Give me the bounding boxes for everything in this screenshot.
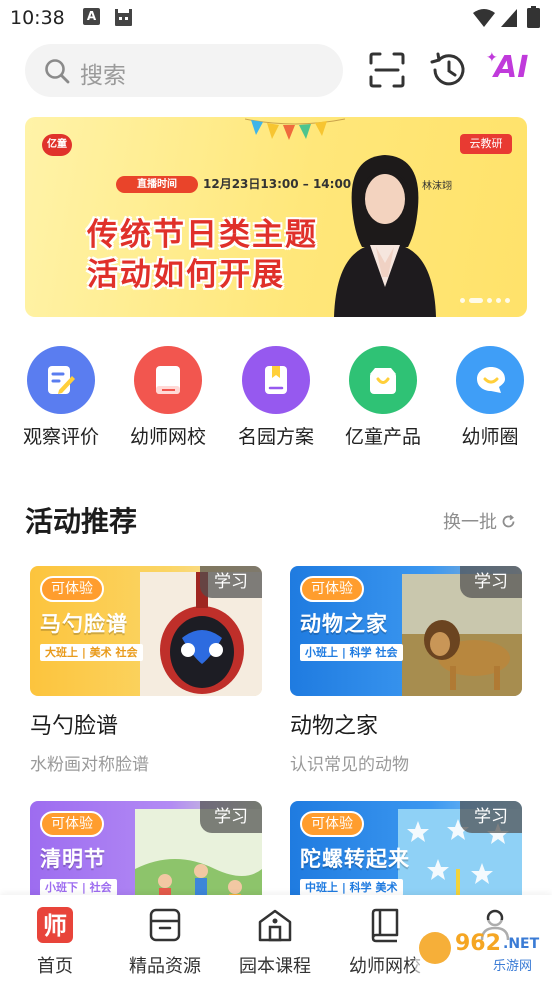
card-subtitle: 认识常见的动物: [290, 755, 409, 775]
ai-label: AI: [494, 50, 529, 85]
pagination-dot: [487, 298, 492, 303]
try-tag: 可体验: [40, 811, 104, 837]
scan-icon[interactable]: [367, 50, 407, 90]
nav-label: 首页: [37, 956, 73, 977]
quick-menu-plans[interactable]: 名园方案: [226, 346, 326, 449]
try-tag: 可体验: [300, 811, 364, 837]
nav-label: 园本课程: [239, 956, 311, 977]
card-thumbnail: 可体验 学习 动物之家 小班上 | 科学 社会: [290, 566, 522, 696]
study-badge: 学习: [200, 801, 262, 833]
nav-resources[interactable]: 精品资源: [110, 907, 220, 978]
shopping-bag-icon: [370, 368, 396, 394]
svg-text:乐游网: 乐游网: [493, 959, 532, 974]
battery-icon: [527, 6, 540, 28]
grade-subject-tags: 大班上 | 美术 社会: [40, 644, 143, 661]
quick-menu-circle: [349, 346, 417, 414]
activity-card[interactable]: 可体验 学习 动物之家 小班上 | 科学 社会 动物之家 认识常见的动物: [290, 566, 522, 775]
live-time-tag: 直播时间: [116, 176, 198, 193]
search-input[interactable]: 搜索: [25, 44, 343, 97]
chat-bubble-icon: [477, 367, 505, 393]
banner-title-line1: 传统节日类主题: [87, 217, 318, 253]
brand-logo: 亿童: [42, 134, 72, 156]
quick-menu-products[interactable]: 亿童产品: [333, 346, 433, 449]
quick-menu-label: 幼师网校: [129, 426, 206, 448]
ai-assistant-button[interactable]: ✦ AI: [486, 48, 529, 88]
home-teacher-icon: 师: [37, 907, 73, 943]
study-badge: 学习: [200, 566, 262, 598]
svg-text:962: 962: [455, 931, 501, 956]
host-name: 林沫翊: [422, 181, 452, 192]
quick-menu-label: 幼师圈: [461, 426, 519, 448]
wifi-icon: [473, 9, 495, 27]
grade-subject-tags: 小班下 | 社会: [40, 879, 117, 896]
book-icon: [371, 908, 399, 943]
quick-menu-label: 亿童产品: [344, 426, 421, 448]
thumbnail-title: 马勺脸谱: [40, 612, 128, 636]
svg-text:师: 师: [43, 912, 67, 940]
thumbnail-title: 陀螺转起来: [300, 847, 410, 871]
nav-label: 精品资源: [129, 956, 201, 977]
nav-courses[interactable]: 园本课程: [220, 907, 330, 978]
grade-subject-tags: 中班上 | 科学 美术: [300, 879, 403, 896]
quick-menu-online-school[interactable]: 幼师网校: [118, 346, 218, 449]
quick-menu-circle: [242, 346, 310, 414]
thumbnail-title: 动物之家: [300, 612, 388, 636]
pagination-dot: [460, 298, 465, 303]
pagination-dot-active: [469, 298, 483, 303]
card-thumbnail: 可体验 学习 马勺脸谱 大班上 | 美术 社会: [30, 566, 262, 696]
banner-pagination: [460, 298, 514, 304]
book-icon: [156, 366, 180, 394]
box-icon: [149, 908, 181, 942]
thumbnail-title: 清明节: [40, 847, 106, 871]
activity-card[interactable]: 可体验 学习 马勺脸谱 大班上 | 美术 社会 马勺脸谱 水粉画对称脸谱: [30, 566, 262, 775]
promo-banner[interactable]: 亿童 云教研 直播时间 12月23日13:00 – 14:00 传统节日类主题 …: [25, 117, 527, 317]
school-building-icon: [258, 909, 292, 942]
site-watermark-logo: 962 .NET 乐游网: [415, 920, 552, 976]
quick-menu-label: 观察评价: [22, 426, 99, 448]
search-icon: [45, 59, 70, 84]
pagination-dot: [505, 298, 510, 303]
android-icon: [115, 9, 132, 26]
host-photo: [334, 155, 436, 317]
refresh-icon: [502, 514, 515, 528]
status-bar: 10:38 A: [0, 0, 552, 38]
grade-subject-tags: 小班上 | 科学 社会: [300, 644, 403, 661]
quick-menu-circle: [134, 346, 202, 414]
quick-menu-circle: [27, 346, 95, 414]
nav-home[interactable]: 师 首页: [0, 907, 110, 978]
refresh-label: 换一批: [443, 512, 497, 533]
card-title: 马勺脸谱: [30, 714, 119, 739]
signal-icon: [501, 9, 517, 27]
live-time: 12月23日13:00 – 14:00: [203, 177, 352, 191]
svg-text:.NET: .NET: [503, 936, 540, 952]
quick-menu-circle: [456, 346, 524, 414]
document-edit-icon: [48, 366, 75, 394]
bookmark-book-icon: [265, 366, 287, 394]
quick-menu-observe[interactable]: 观察评价: [11, 346, 111, 449]
refresh-button[interactable]: 换一批: [443, 508, 516, 534]
try-tag: 可体验: [300, 576, 364, 602]
banner-badge: 云教研: [460, 134, 512, 154]
card-title: 动物之家: [290, 714, 379, 739]
study-badge: 学习: [460, 801, 522, 833]
notification-a-icon: A: [83, 8, 100, 25]
quick-menu-circle-community[interactable]: 幼师圈: [440, 346, 540, 449]
quick-menu-label: 名园方案: [237, 426, 314, 448]
pagination-dot: [496, 298, 501, 303]
status-time: 10:38: [10, 7, 65, 29]
search-placeholder: 搜索: [80, 63, 126, 89]
card-subtitle: 水粉画对称脸谱: [30, 755, 149, 775]
section-title: 活动推荐: [25, 505, 138, 538]
study-badge: 学习: [460, 566, 522, 598]
history-icon[interactable]: [428, 50, 468, 90]
banner-title-line2: 活动如何开展: [87, 257, 285, 293]
try-tag: 可体验: [40, 576, 104, 602]
